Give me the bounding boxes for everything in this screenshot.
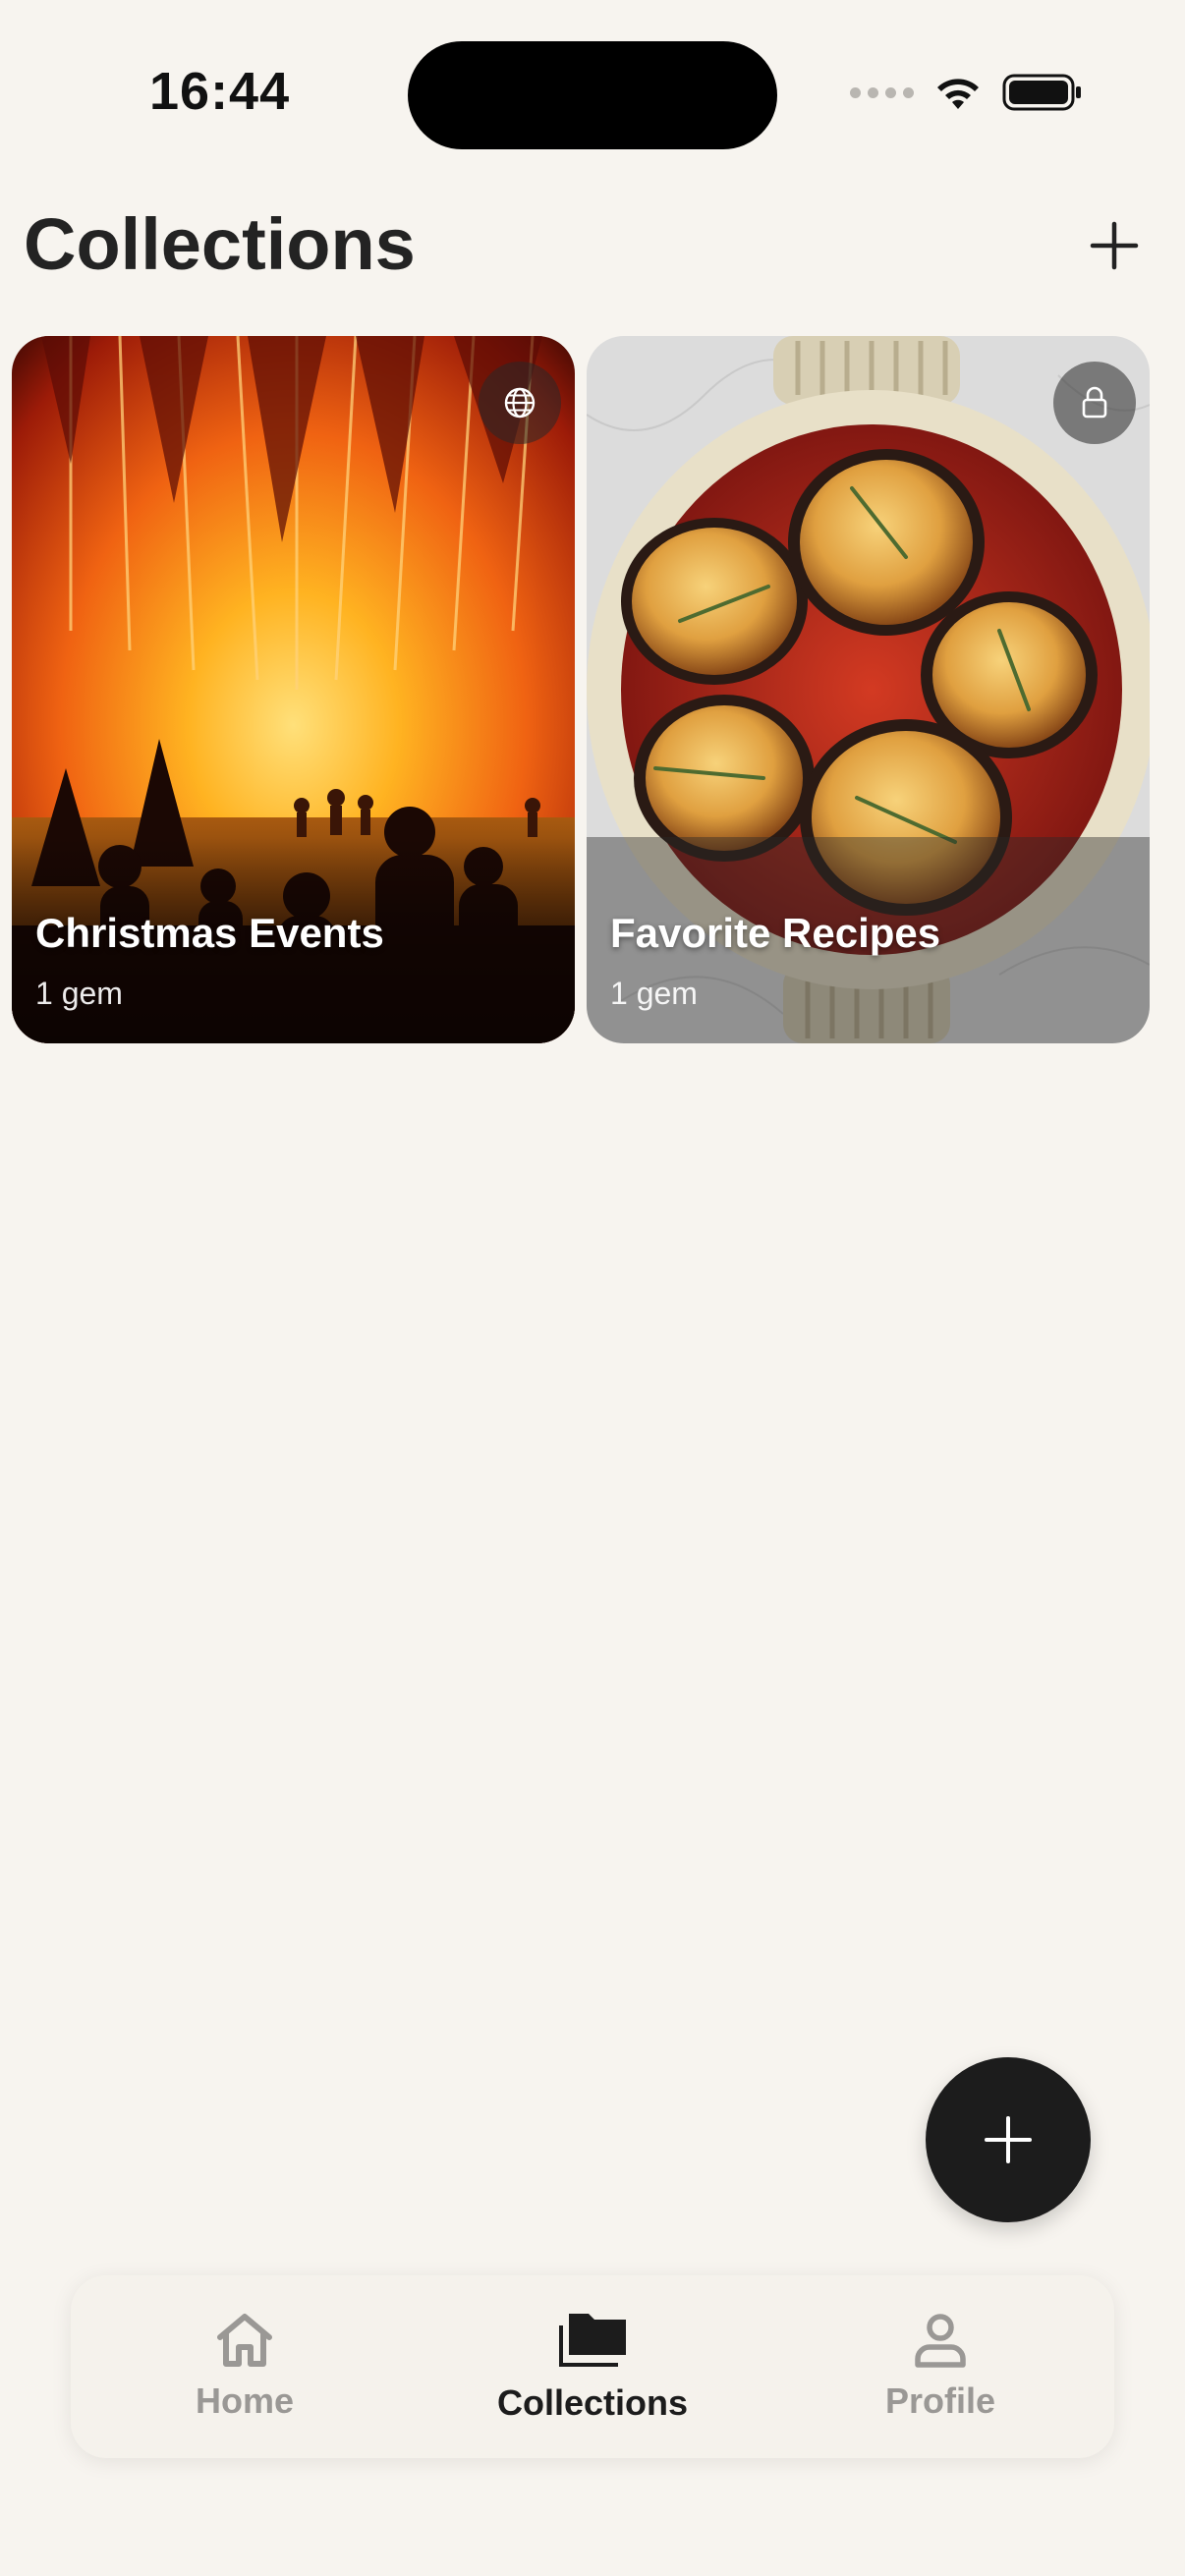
collection-gem-count: 1 gem: [610, 976, 698, 1011]
page-title: Collections: [24, 203, 416, 285]
visibility-badge: [1053, 362, 1136, 444]
battery-icon: [1002, 74, 1081, 111]
add-collection-button[interactable]: [1087, 218, 1142, 273]
house-icon: [217, 2314, 272, 2367]
collections-grid: Christmas Events 1 gem Favorite Recipes …: [12, 336, 1173, 1043]
collection-card-christmas-events[interactable]: Christmas Events 1 gem: [12, 336, 575, 1043]
tab-bar: Home Collections Profile: [71, 2275, 1114, 2458]
tab-label: Collections: [496, 2382, 689, 2423]
visibility-badge: [479, 362, 561, 444]
dynamic-island: [408, 41, 777, 149]
globe-icon: [504, 387, 536, 419]
tab-label: Home: [195, 2380, 295, 2421]
tab-label: Profile: [884, 2380, 996, 2421]
status-time: 16:44: [149, 62, 291, 121]
person-icon: [915, 2314, 966, 2368]
status-bar: 16:44: [0, 0, 1185, 177]
lock-icon: [1082, 386, 1107, 419]
wifi-icon: [937, 79, 979, 109]
cellular-signal-icon: [850, 86, 914, 98]
collection-card-favorite-recipes[interactable]: Favorite Recipes 1 gem: [587, 336, 1150, 1043]
tab-profile[interactable]: Profile: [793, 2312, 1088, 2422]
plus-icon: [1090, 221, 1139, 270]
collection-title: Christmas Events: [35, 910, 384, 956]
tab-collections[interactable]: Collections: [445, 2310, 740, 2424]
collection-title: Favorite Recipes: [610, 910, 941, 956]
collection-gem-count: 1 gem: [35, 976, 123, 1011]
status-icons: [850, 73, 1083, 112]
folder-icon: [559, 2314, 626, 2367]
tab-home[interactable]: Home: [97, 2312, 392, 2422]
plus-icon: [985, 2116, 1032, 2163]
add-gem-fab[interactable]: [926, 2057, 1091, 2222]
